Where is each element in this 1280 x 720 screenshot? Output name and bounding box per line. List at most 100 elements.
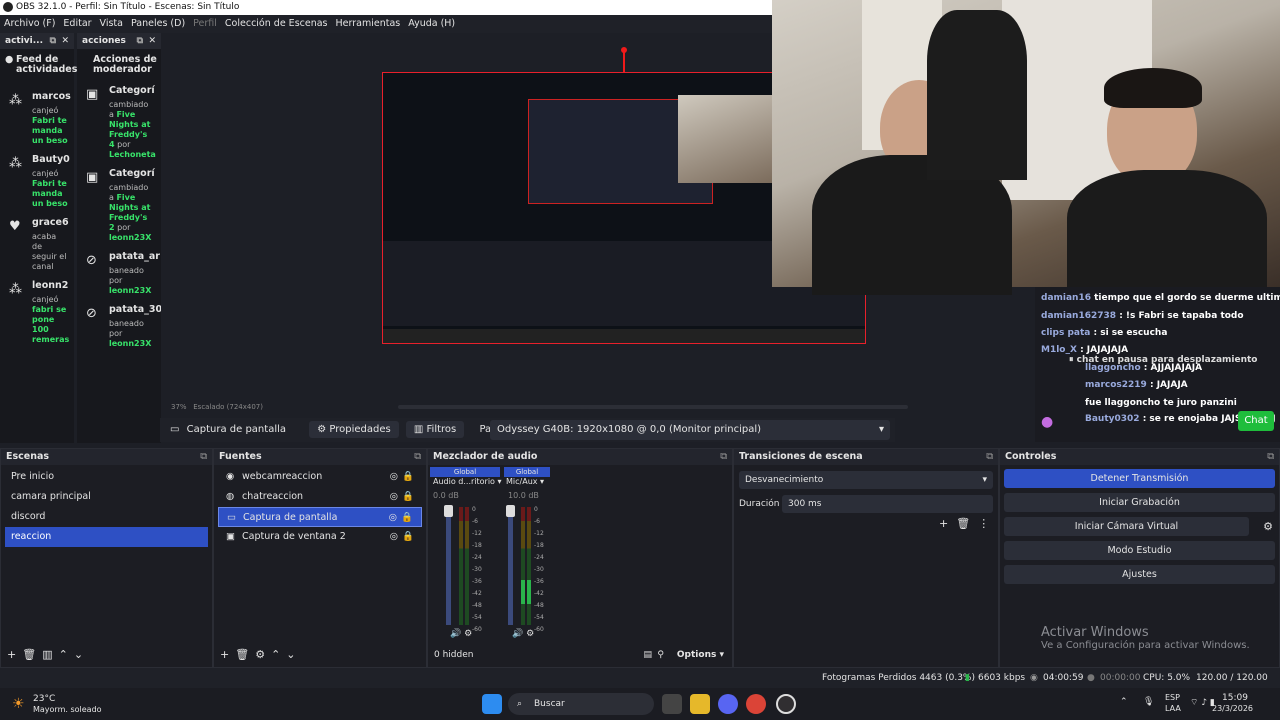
people-icon: ⁂ (9, 156, 22, 171)
volume-slider[interactable] (506, 505, 515, 625)
more-icon[interactable]: ⋮ (978, 517, 997, 530)
float-icon[interactable]: ⧉ (1267, 449, 1274, 465)
eye-icon[interactable]: ◎ (389, 508, 397, 528)
camera-icon: ◉ (226, 471, 235, 482)
trash-icon[interactable]: 🗑 (235, 648, 255, 661)
transitions-panel: Transiciones de escena ⧉ Desvanecimiento ▾… (733, 448, 999, 668)
settings-button[interactable]: Ajustes (1004, 565, 1275, 584)
gear-icon[interactable]: ⚙ (1263, 520, 1273, 533)
menu-herramientas[interactable]: Herramientas (336, 18, 401, 29)
volume-slider[interactable] (444, 505, 453, 625)
up-icon[interactable]: ⌃ (271, 648, 286, 661)
properties-button[interactable]: ⚙ Propiedades (309, 421, 399, 438)
trash-icon[interactable]: 🗑 (956, 517, 978, 530)
add-icon[interactable]: + (220, 648, 235, 661)
eye-icon[interactable]: ◎ (390, 487, 398, 507)
up-icon[interactable]: ⌃ (59, 648, 74, 661)
activity-item: ⁂ Bauty0 canjeó Fabri te manda un beso (9, 154, 70, 208)
controls-title: Controles ⧉ (1000, 449, 1279, 465)
source-item-selected[interactable]: ▭ Captura de pantalla ◎ 🔒 (218, 507, 422, 527)
down-icon[interactable]: ⌄ (286, 648, 301, 661)
menu-paneles[interactable]: Paneles (D) (131, 18, 185, 29)
transition-select[interactable]: Desvanecimiento ▾ (739, 471, 993, 489)
menu-ayuda[interactable]: Ayuda (H) (408, 18, 455, 29)
source-item[interactable]: ◍ chatreaccion ◎ 🔒 (218, 487, 422, 507)
mic-tray-icon[interactable]: 🎙 (1143, 697, 1154, 707)
menu-archivo[interactable]: Archivo (F) (4, 18, 55, 29)
chat-button[interactable]: Chat (1238, 411, 1274, 431)
person-middle (927, 10, 1027, 180)
lock-icon[interactable]: 🔒 (402, 467, 414, 487)
channel-name-desktop[interactable]: Audio d...ritorio ▾ (433, 477, 502, 486)
eye-icon[interactable]: ◎ (390, 467, 398, 487)
file-explorer-icon[interactable] (690, 694, 710, 714)
nested-webcam (678, 95, 778, 183)
speaker-icon[interactable]: 🔊 ⚙ (450, 629, 472, 639)
start-recording-button[interactable]: Iniciar Grabación (1004, 493, 1275, 512)
db-tick: -36 (472, 578, 482, 585)
float-icon[interactable]: ⧉ (720, 449, 727, 465)
stop-stream-button[interactable]: Detener Transmisión (1004, 469, 1275, 488)
menu-vista[interactable]: Vista (100, 18, 123, 29)
add-icon[interactable]: + (7, 648, 22, 661)
activity-dock-tab[interactable]: activi... ⧉ ✕ (0, 33, 74, 49)
options-button[interactable]: Options ▾ (677, 643, 724, 667)
source-item[interactable]: ▣ Captura de ventana 2 ◎ 🔒 (218, 527, 422, 547)
close-icon[interactable]: ✕ (61, 33, 69, 49)
level-meter (459, 507, 463, 625)
screen-select[interactable]: Odyssey G40B: 1920x1080 @ 0,0 (Monitor p… (490, 420, 890, 440)
filters-button[interactable]: ▥ Filtros (405, 421, 465, 438)
obs-taskbar-icon[interactable] (776, 694, 796, 714)
float-icon[interactable]: ⧉ (986, 449, 993, 465)
category-icon: ▣ (86, 170, 99, 185)
lock-icon[interactable]: 🔒 (402, 487, 414, 507)
channel-tag: Global (430, 467, 500, 477)
menu-editar[interactable]: Editar (63, 18, 91, 29)
menu-perfil[interactable]: Perfil (193, 18, 217, 29)
float-icon[interactable]: ⧉ (414, 449, 421, 465)
webcam-feed (772, 0, 1280, 295)
mod-dock-tab[interactable]: acciones ⧉ ✕ (77, 33, 161, 49)
scene-item[interactable]: camara principal (5, 487, 208, 507)
windows-start-icon[interactable] (482, 694, 502, 714)
virtual-camera-button[interactable]: Iniciar Cámara Virtual (1004, 517, 1249, 536)
lock-icon[interactable]: 🔒 (402, 527, 414, 547)
eye-icon[interactable]: ◎ (390, 527, 398, 547)
float-icon[interactable]: ⧉ (137, 33, 143, 49)
task-view-icon[interactable] (662, 694, 682, 714)
speaker-icon[interactable]: 🔊 ⚙ (512, 629, 534, 639)
mic-icon[interactable]: ● (1041, 414, 1053, 430)
preview-zoom-bar: 37% Escalado (724x407) (165, 400, 908, 414)
scene-item[interactable]: discord (5, 507, 208, 527)
chrome-icon[interactable] (746, 694, 766, 714)
discord-icon[interactable] (718, 694, 738, 714)
down-icon[interactable]: ⌄ (74, 648, 89, 661)
filter-icon[interactable]: ▥ (42, 648, 58, 661)
layout-icon[interactable]: ▤ (643, 643, 652, 667)
bitrate: 6603 kbps (978, 673, 1026, 683)
close-icon[interactable]: ✕ (148, 33, 156, 49)
db-tick: -48 (534, 602, 544, 609)
scene-item-selected[interactable]: reaccion (5, 527, 208, 547)
activity-item: ⁂ marcos canjeó Fabri te manda un beso (9, 91, 71, 145)
source-item[interactable]: ◉ webcamreaccion ◎ 🔒 (218, 467, 422, 487)
studio-mode-button[interactable]: Modo Estudio (1004, 541, 1275, 560)
db-tick: -42 (534, 590, 544, 597)
preview-scrollbar[interactable] (398, 405, 908, 409)
link-icon[interactable]: ⚲ (657, 643, 664, 667)
float-icon[interactable]: ⧉ (200, 449, 207, 465)
rotate-handle-line (623, 52, 625, 74)
gear-icon[interactable]: ⚙ (255, 648, 271, 661)
scene-item[interactable]: Pre inicio (5, 467, 208, 487)
menu-coleccion[interactable]: Colección de Escenas (225, 18, 328, 29)
tray-chevron-icon[interactable]: ⌃ (1120, 697, 1128, 707)
trash-icon[interactable]: 🗑 (22, 648, 42, 661)
duration-input[interactable]: 300 ms (782, 495, 993, 513)
db-scale: 0 -6 -12 -18 -24 -30 -36 -42 -48 -54 -60 (534, 505, 544, 637)
channel-name-mic[interactable]: Mic/Aux ▾ (506, 477, 544, 486)
lock-icon[interactable]: 🔒 (401, 508, 413, 528)
taskbar-search[interactable]: ⌕ Buscar (508, 693, 654, 715)
heart-icon: ♥ (9, 219, 21, 234)
float-icon[interactable]: ⧉ (50, 33, 56, 49)
add-icon[interactable]: + (939, 517, 956, 530)
